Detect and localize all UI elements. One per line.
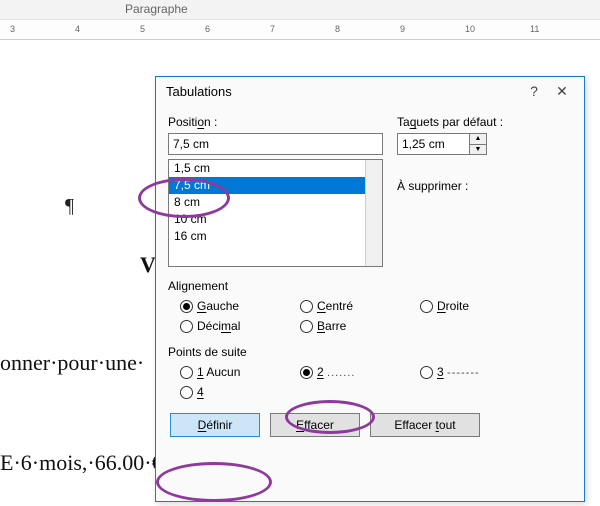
position-input[interactable]: [168, 133, 383, 155]
leader-dots-radio[interactable]: 2 .......: [300, 365, 410, 379]
clear-button[interactable]: Effacer: [270, 413, 360, 437]
list-item[interactable]: 1,5 cm: [169, 160, 382, 177]
list-item[interactable]: 8 cm: [169, 194, 382, 211]
dialog-titlebar[interactable]: Tabulations ? ✕: [156, 77, 584, 105]
align-left-radio[interactable]: Gauche: [180, 299, 290, 313]
radio-icon: [420, 366, 433, 379]
ruler-tick: 6: [205, 24, 210, 34]
radio-icon: [180, 366, 193, 379]
position-listbox[interactable]: 1,5 cm 7,5 cm 8 cm 10 cm 16 cm: [168, 159, 383, 267]
leader-underscore-radio[interactable]: 4: [180, 385, 290, 399]
radio-icon: [180, 320, 193, 333]
doc-text-fragment: onner·pour·une·: [0, 350, 144, 376]
spinner-up-button[interactable]: ▲: [470, 134, 486, 145]
ruler[interactable]: 3 4 5 6 7 8 9 10 11: [0, 20, 600, 40]
close-button[interactable]: ✕: [548, 83, 576, 100]
listbox-scrollbar[interactable]: [365, 160, 382, 266]
ruler-tick: 4: [75, 24, 80, 34]
ruler-tick: 7: [270, 24, 275, 34]
ribbon-group-paragraph: Paragraphe: [125, 2, 188, 16]
radio-icon: [420, 300, 433, 313]
radio-icon: [180, 386, 193, 399]
default-tab-input[interactable]: [397, 133, 469, 155]
help-button[interactable]: ?: [520, 83, 548, 99]
align-center-radio[interactable]: Centré: [300, 299, 410, 313]
default-tab-label: Taquets par défaut :: [397, 115, 572, 129]
list-item[interactable]: 16 cm: [169, 228, 382, 245]
dialog-title: Tabulations: [164, 84, 520, 99]
set-button[interactable]: Définir: [170, 413, 260, 437]
leader-section-label: Points de suite: [168, 345, 572, 359]
tabulations-dialog: Tabulations ? ✕ Position : 1,5 cm 7,5 cm…: [155, 76, 585, 502]
ruler-tick: 3: [10, 24, 15, 34]
ruler-tick: 5: [140, 24, 145, 34]
doc-text-fragment: V: [140, 252, 156, 278]
align-right-radio[interactable]: Droite: [420, 299, 530, 313]
position-label: Position :: [168, 115, 383, 129]
leader-none-radio[interactable]: 1 Aucun: [180, 365, 290, 379]
leader-dashes-radio[interactable]: 3 -------: [420, 365, 530, 379]
alignment-section-label: Alignement: [168, 279, 572, 293]
radio-icon: [300, 300, 313, 313]
radio-icon: [180, 300, 193, 313]
list-item[interactable]: 10 cm: [169, 211, 382, 228]
spinner-down-button[interactable]: ▼: [470, 145, 486, 155]
clear-all-button[interactable]: Effacer tout: [370, 413, 480, 437]
radio-icon: [300, 366, 313, 379]
doc-text-fragment: E·6·mois,·66.00·€: [0, 450, 163, 476]
ruler-tick: 11: [530, 24, 539, 34]
radio-icon: [300, 320, 313, 333]
list-item[interactable]: 7,5 cm: [169, 177, 382, 194]
to-clear-label: À supprimer :: [397, 179, 572, 193]
pilcrow-mark: ¶: [65, 195, 74, 218]
align-decimal-radio[interactable]: Décimal: [180, 319, 290, 333]
ruler-tick: 10: [465, 24, 475, 34]
ruler-tick: 8: [335, 24, 340, 34]
align-bar-radio[interactable]: Barre: [300, 319, 410, 333]
ribbon: Paragraphe: [0, 0, 600, 20]
ruler-tick: 9: [400, 24, 405, 34]
